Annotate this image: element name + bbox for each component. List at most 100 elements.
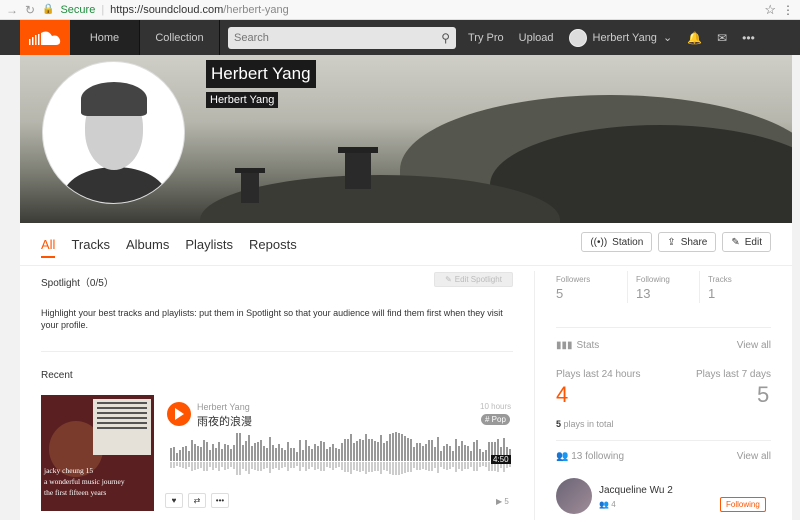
waveform-bar bbox=[305, 440, 307, 461]
waveform-reflection bbox=[407, 462, 409, 472]
waveform-bar bbox=[239, 433, 241, 461]
waveform-reflection bbox=[455, 462, 457, 472]
tracks-stat[interactable]: Tracks 1 bbox=[708, 275, 732, 301]
like-heart-icon[interactable]: ♥ bbox=[165, 493, 183, 508]
profile-avatar[interactable] bbox=[42, 61, 185, 204]
more-icon[interactable]: ••• bbox=[211, 493, 229, 508]
messages-envelope-icon[interactable]: ✉ bbox=[717, 31, 727, 45]
nav-collection[interactable]: Collection bbox=[140, 20, 220, 55]
waveform-bar bbox=[353, 443, 355, 461]
following-user-follower-count: 4 bbox=[611, 500, 616, 509]
waveform-bar bbox=[434, 447, 436, 461]
followers-label: Followers bbox=[556, 275, 591, 284]
share-label: Share bbox=[680, 236, 708, 248]
waveform-reflection bbox=[452, 462, 454, 467]
profile-subname: Herbert Yang bbox=[206, 92, 279, 108]
browser-menu-icon[interactable]: ⋮ bbox=[782, 3, 794, 17]
waveform-reflection bbox=[299, 462, 301, 471]
user-menu[interactable]: Herbert Yang ⌄ bbox=[568, 28, 672, 47]
waveform-bar bbox=[473, 442, 475, 461]
nav-home[interactable]: Home bbox=[70, 20, 140, 55]
soundcloud-logo[interactable] bbox=[20, 20, 70, 55]
tab-tracks[interactable]: Tracks bbox=[71, 237, 110, 258]
tracks-count: 1 bbox=[708, 286, 716, 301]
upload-link[interactable]: Upload bbox=[519, 32, 554, 44]
following-stat[interactable]: Following 13 bbox=[636, 275, 670, 301]
waveform[interactable] bbox=[170, 429, 512, 477]
waveform-reflection bbox=[188, 462, 190, 467]
waveform-bar bbox=[200, 447, 202, 461]
following-user-avatar[interactable] bbox=[556, 478, 592, 514]
section-divider bbox=[41, 351, 513, 352]
waveform-bar bbox=[425, 444, 427, 461]
forward-icon[interactable]: → bbox=[6, 3, 18, 17]
cover-text-line bbox=[97, 407, 147, 409]
cover-text-line bbox=[97, 422, 147, 424]
waveform-bar bbox=[335, 448, 337, 461]
waveform-bar bbox=[296, 452, 298, 461]
profile-tabs: All Tracks Albums Playlists Reposts bbox=[41, 237, 313, 258]
following-toggle-button[interactable]: Following bbox=[720, 497, 766, 512]
waveform-reflection bbox=[404, 462, 406, 473]
waveform-bar bbox=[392, 433, 394, 461]
waveform-bar bbox=[191, 440, 193, 461]
track-posted-time: 10 hours bbox=[480, 402, 512, 411]
play-button[interactable] bbox=[167, 402, 191, 426]
tracks-label: Tracks bbox=[708, 275, 732, 284]
tab-reposts[interactable]: Reposts bbox=[249, 237, 297, 258]
notifications-bell-icon[interactable]: 🔔 bbox=[687, 31, 702, 45]
waveform-bar bbox=[263, 446, 265, 461]
waveform-reflection bbox=[410, 462, 412, 472]
tab-albums[interactable]: Albums bbox=[126, 237, 169, 258]
waveform-reflection bbox=[266, 462, 268, 468]
following-view-all-link[interactable]: View all bbox=[737, 451, 771, 462]
following-count: 13 bbox=[636, 286, 651, 301]
waveform-reflection bbox=[236, 462, 238, 475]
waveform-bar bbox=[347, 439, 349, 461]
track-artist[interactable]: Herbert Yang bbox=[197, 402, 250, 412]
address-bar[interactable]: https://soundcloud.com/herbert-yang bbox=[110, 4, 758, 16]
search-input[interactable] bbox=[234, 31, 442, 44]
genre-tag[interactable]: # Pop bbox=[481, 414, 510, 425]
tab-playlists[interactable]: Playlists bbox=[185, 237, 233, 258]
search-icon[interactable]: ⚲ bbox=[441, 31, 450, 45]
right-nav: Try Pro Upload Herbert Yang ⌄ 🔔 ✉ ••• bbox=[468, 28, 755, 47]
user-avatar bbox=[568, 28, 587, 47]
waveform-reflection bbox=[185, 462, 187, 469]
cover-text-line bbox=[97, 427, 147, 429]
waveform-reflection bbox=[386, 462, 388, 471]
waveform-reflection bbox=[209, 462, 211, 467]
edit-label: Edit bbox=[744, 236, 762, 248]
waveform-reflection bbox=[224, 462, 226, 470]
edit-button[interactable]: ✎ Edit bbox=[722, 232, 771, 252]
waveform-reflection bbox=[437, 462, 439, 473]
try-pro-link[interactable]: Try Pro bbox=[468, 32, 504, 44]
followers-stat[interactable]: Followers 5 bbox=[556, 275, 590, 301]
more-options-icon[interactable]: ••• bbox=[742, 31, 755, 45]
waveform-bar bbox=[470, 451, 472, 461]
following-user-name[interactable]: Jacqueline Wu 2 bbox=[599, 485, 673, 496]
waveform-bar bbox=[236, 433, 238, 461]
waveform-bar bbox=[476, 440, 478, 461]
tab-all[interactable]: All bbox=[41, 237, 56, 258]
waveform-bar bbox=[290, 448, 292, 461]
share-button[interactable]: ⇪ Share bbox=[658, 232, 717, 252]
waveform-bar bbox=[413, 447, 415, 461]
bookmark-star-icon[interactable]: ☆ bbox=[764, 2, 776, 18]
waveform-bar bbox=[383, 443, 385, 461]
waveform-bar bbox=[221, 449, 223, 461]
waveform-bar bbox=[320, 441, 322, 461]
edit-spotlight-button[interactable]: ✎ Edit Spotlight bbox=[434, 272, 513, 287]
waveform-reflection bbox=[461, 462, 463, 471]
reload-icon[interactable]: ↻ bbox=[24, 3, 36, 17]
stats-view-all-link[interactable]: View all bbox=[737, 340, 771, 351]
lock-icon: 🔒 bbox=[42, 4, 55, 15]
waveform-bar bbox=[446, 444, 448, 461]
waveform-reflection bbox=[377, 462, 379, 471]
station-button[interactable]: ((•)) Station bbox=[581, 232, 653, 252]
waveform-bar bbox=[308, 446, 310, 461]
track-cover-art[interactable]: jacky cheung 15 a wonderful music journe… bbox=[41, 395, 154, 511]
track-title[interactable]: 雨夜的浪漫 bbox=[197, 413, 252, 429]
repost-icon[interactable]: ⇄ bbox=[188, 493, 206, 508]
waveform-reflection bbox=[305, 462, 307, 471]
